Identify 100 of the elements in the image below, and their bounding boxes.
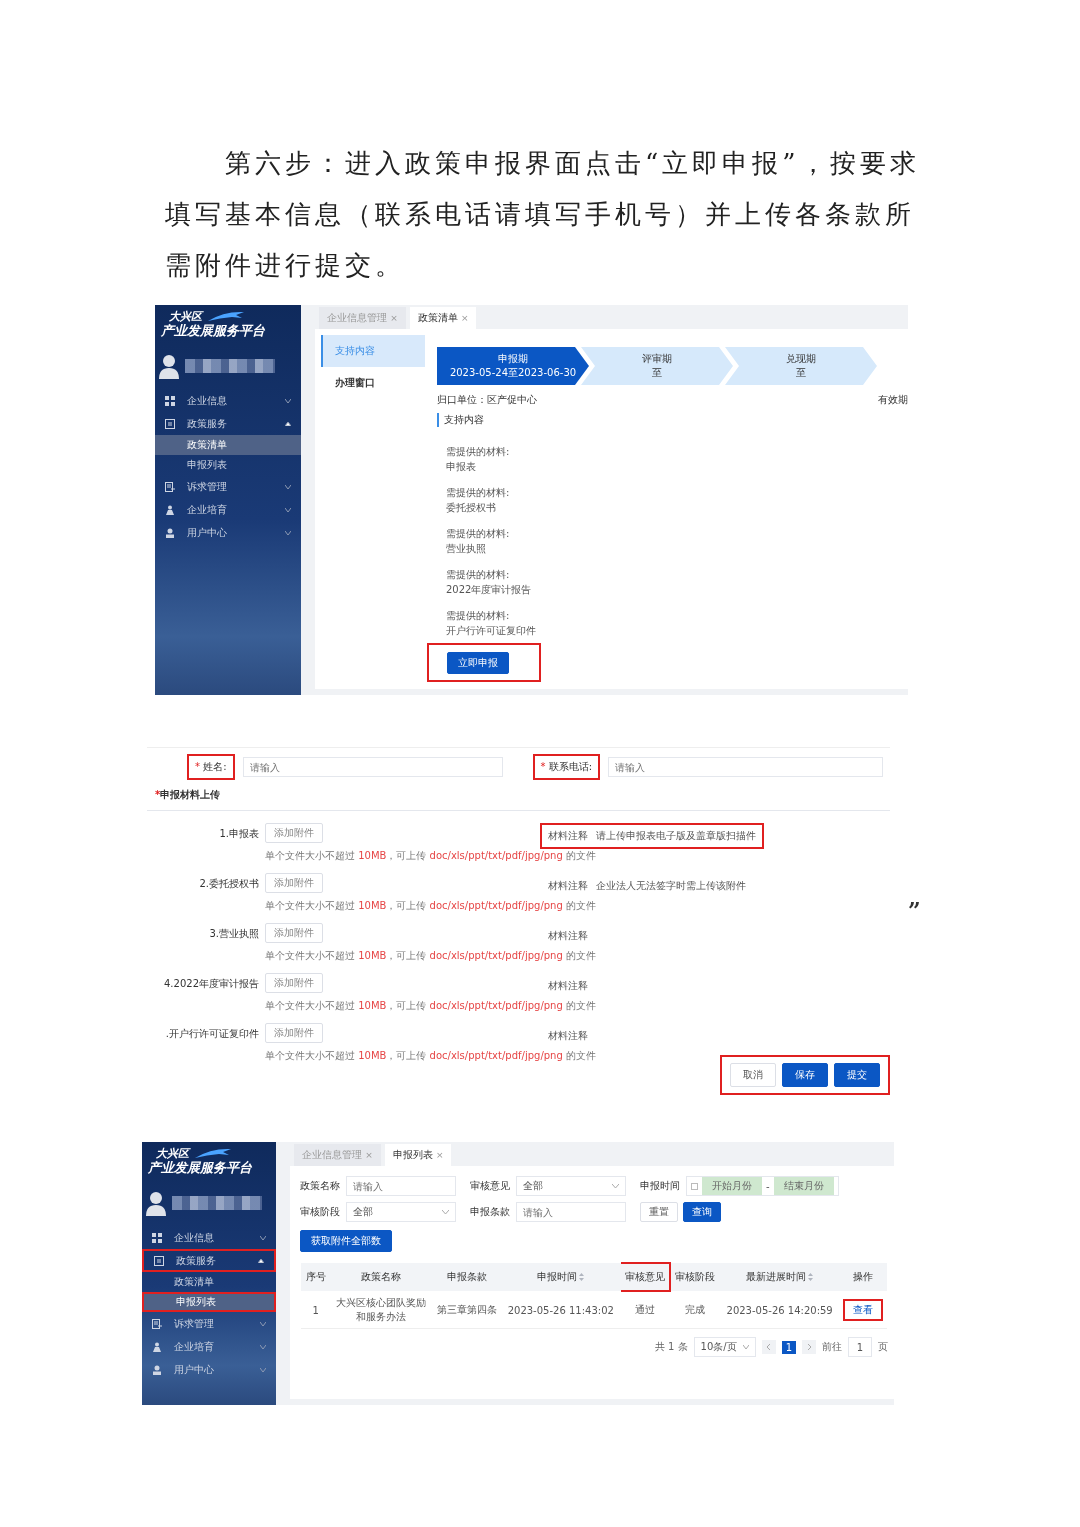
calendar-icon	[691, 1182, 698, 1190]
column-header: 申报条款	[432, 1263, 502, 1291]
avatar-icon	[159, 353, 179, 379]
form-button[interactable]: 提交	[834, 1063, 880, 1087]
column-header: 审核阶段	[670, 1263, 721, 1291]
table-cell: 1	[301, 1291, 331, 1329]
page-number[interactable]: 1	[781, 1340, 796, 1354]
menu-item[interactable]: 用户中心	[155, 521, 301, 544]
stage-name: 兑现期	[786, 352, 816, 366]
filter-label: 审核意见	[470, 1179, 510, 1193]
stage-name: 申报期	[498, 352, 528, 366]
menu-item[interactable]: 诉求管理	[142, 1312, 276, 1335]
column-header: 操作	[838, 1263, 887, 1291]
upload-hint: 单个文件大小不超过 10MB，可上传 doc/xls/ppt/txt/pdf/jpg/png 的文件	[265, 949, 596, 963]
apply-now-button[interactable]: 立即申报	[447, 652, 509, 674]
filter-button[interactable]: 查询	[683, 1202, 721, 1222]
material-caption: 需提供的材料:	[446, 486, 511, 499]
month-range-field[interactable]: 开始月份 - 结束月份	[686, 1176, 839, 1196]
material-label: 3.营业执照	[208, 927, 259, 941]
field-label: * 联系电话:	[532, 754, 601, 780]
add-attachment-button[interactable]: 添加附件	[265, 923, 323, 943]
filter-button[interactable]: 重置	[640, 1202, 678, 1222]
table-cell: 2023-05-26 14:20:59	[720, 1291, 839, 1329]
material-caption: 需提供的材料:	[446, 527, 511, 540]
note-text: 企业法人无法签字时需上传该附件	[596, 879, 746, 893]
table-cell: 2023-05-26 11:43:02	[501, 1291, 620, 1329]
next-page-icon[interactable]	[802, 1340, 816, 1354]
page-input[interactable]: 1	[848, 1337, 872, 1357]
previous-page-icon[interactable]	[761, 1340, 776, 1354]
material-label: 1.申报表	[218, 827, 259, 841]
closing-quote: ”	[908, 896, 921, 923]
note-text: 请上传申报表电子版及盖章版扫描件	[596, 829, 756, 843]
avatar-icon	[146, 1190, 166, 1216]
submenu-item[interactable]: 政策清单	[155, 435, 301, 455]
logo-district: 大兴区	[156, 1148, 191, 1160]
material-name: 开户行许可证复印件	[446, 624, 537, 637]
submenu-item[interactable]: 申报列表	[155, 455, 301, 475]
input-field[interactable]: 请输入	[608, 757, 884, 777]
doc-icon	[165, 418, 175, 429]
menu-item[interactable]: 企业信息	[155, 389, 301, 412]
sort-icon[interactable]	[808, 1273, 814, 1281]
section-tab[interactable]: 办理窗口	[321, 367, 425, 399]
view-link[interactable]: 查看	[852, 1304, 873, 1315]
page-tab[interactable]: 政策清单 ×	[409, 307, 477, 329]
sort-icon[interactable]	[579, 1273, 585, 1281]
filter-input[interactable]: 请输入	[516, 1202, 626, 1222]
note-label: 材料注释	[548, 829, 588, 843]
filter-select[interactable]: 全部	[346, 1202, 456, 1222]
column-header: 序号	[301, 1263, 331, 1291]
form-button[interactable]: 保存	[782, 1063, 828, 1087]
upload-hint: 单个文件大小不超过 10MB，可上传 doc/xls/ppt/txt/pdf/jpg/png 的文件	[265, 1049, 596, 1063]
grid-icon	[152, 1232, 162, 1243]
user-icon	[165, 527, 175, 538]
material-label: .开户行许可证复印件	[164, 1027, 259, 1041]
table-cell: 完成	[670, 1291, 721, 1329]
instruction-paragraph: 第六步：进入政策申报界面点击“立即申报”，按要求填写基本信息（联系电话请填写手机号）并上传各条款所需附件进行提交。	[165, 147, 921, 282]
menu-item[interactable]: 诉求管理	[155, 475, 301, 498]
add-attachment-button[interactable]: 添加附件	[265, 973, 323, 993]
page-size-select[interactable]: 10条/页	[693, 1337, 756, 1357]
add-attachment-button[interactable]: 添加附件	[265, 873, 323, 893]
material-name: 申报表	[446, 460, 477, 473]
filter-select[interactable]: 全部	[516, 1176, 626, 1196]
input-field[interactable]: 请输入	[242, 757, 503, 777]
material-label: 4.2022年度审计报告	[163, 977, 259, 991]
column-header: 政策名称	[330, 1263, 433, 1291]
add-attachment-button[interactable]: 添加附件	[265, 1023, 323, 1043]
filter-label: 审核阶段	[300, 1205, 340, 1219]
material-name: 营业执照	[446, 542, 487, 555]
page-tab[interactable]: 申报列表 ×	[384, 1144, 452, 1166]
filter-input[interactable]: 请输入	[346, 1176, 456, 1196]
form-button[interactable]: 取消	[730, 1063, 776, 1087]
menu-item[interactable]: 政策服务	[142, 1249, 276, 1272]
section-title: 支持内容	[437, 413, 908, 427]
grid-icon	[165, 395, 175, 406]
user-icon	[152, 1364, 162, 1375]
menu-item[interactable]: 用户中心	[142, 1358, 276, 1381]
menu-item[interactable]: 政策服务	[155, 412, 301, 435]
column-header: 最新进展时间	[720, 1263, 839, 1291]
upload-hint: 单个文件大小不超过 10MB，可上传 doc/xls/ppt/txt/pdf/jpg/png 的文件	[265, 849, 596, 863]
stage-period: 至	[652, 366, 662, 380]
stage-period: 2023-05-24至2023-06-30	[449, 366, 577, 380]
submenu-item[interactable]: 申报列表	[142, 1292, 276, 1312]
upload-hint: 单个文件大小不超过 10MB，可上传 doc/xls/ppt/txt/pdf/jpg/png 的文件	[265, 999, 596, 1013]
menu-item[interactable]: 企业信息	[142, 1226, 276, 1249]
add-attachment-button[interactable]: 添加附件	[265, 823, 323, 843]
export-button[interactable]: 获取附件全部数	[300, 1230, 392, 1252]
menu-item[interactable]: 企业培育	[155, 498, 301, 521]
logo-district: 大兴区	[169, 311, 204, 323]
note-label: 材料注释	[548, 879, 588, 893]
submenu-item[interactable]: 政策清单	[142, 1272, 276, 1292]
table-cell: 通过	[619, 1291, 671, 1329]
page-unit: 页	[878, 1340, 888, 1354]
end-month-placeholder: 结束月份	[773, 1177, 834, 1195]
upload-hint: 单个文件大小不超过 10MB，可上传 doc/xls/ppt/txt/pdf/jpg/png 的文件	[265, 899, 596, 913]
goto-label: 前往	[822, 1340, 842, 1354]
plane-icon	[193, 1146, 233, 1160]
material-name: 2022年度审计报告	[446, 583, 533, 596]
note-label: 材料注释	[548, 1029, 588, 1043]
table-cell: 大兴区核心团队奖励和服务办法	[330, 1291, 433, 1329]
menu-item[interactable]: 企业培育	[142, 1335, 276, 1358]
